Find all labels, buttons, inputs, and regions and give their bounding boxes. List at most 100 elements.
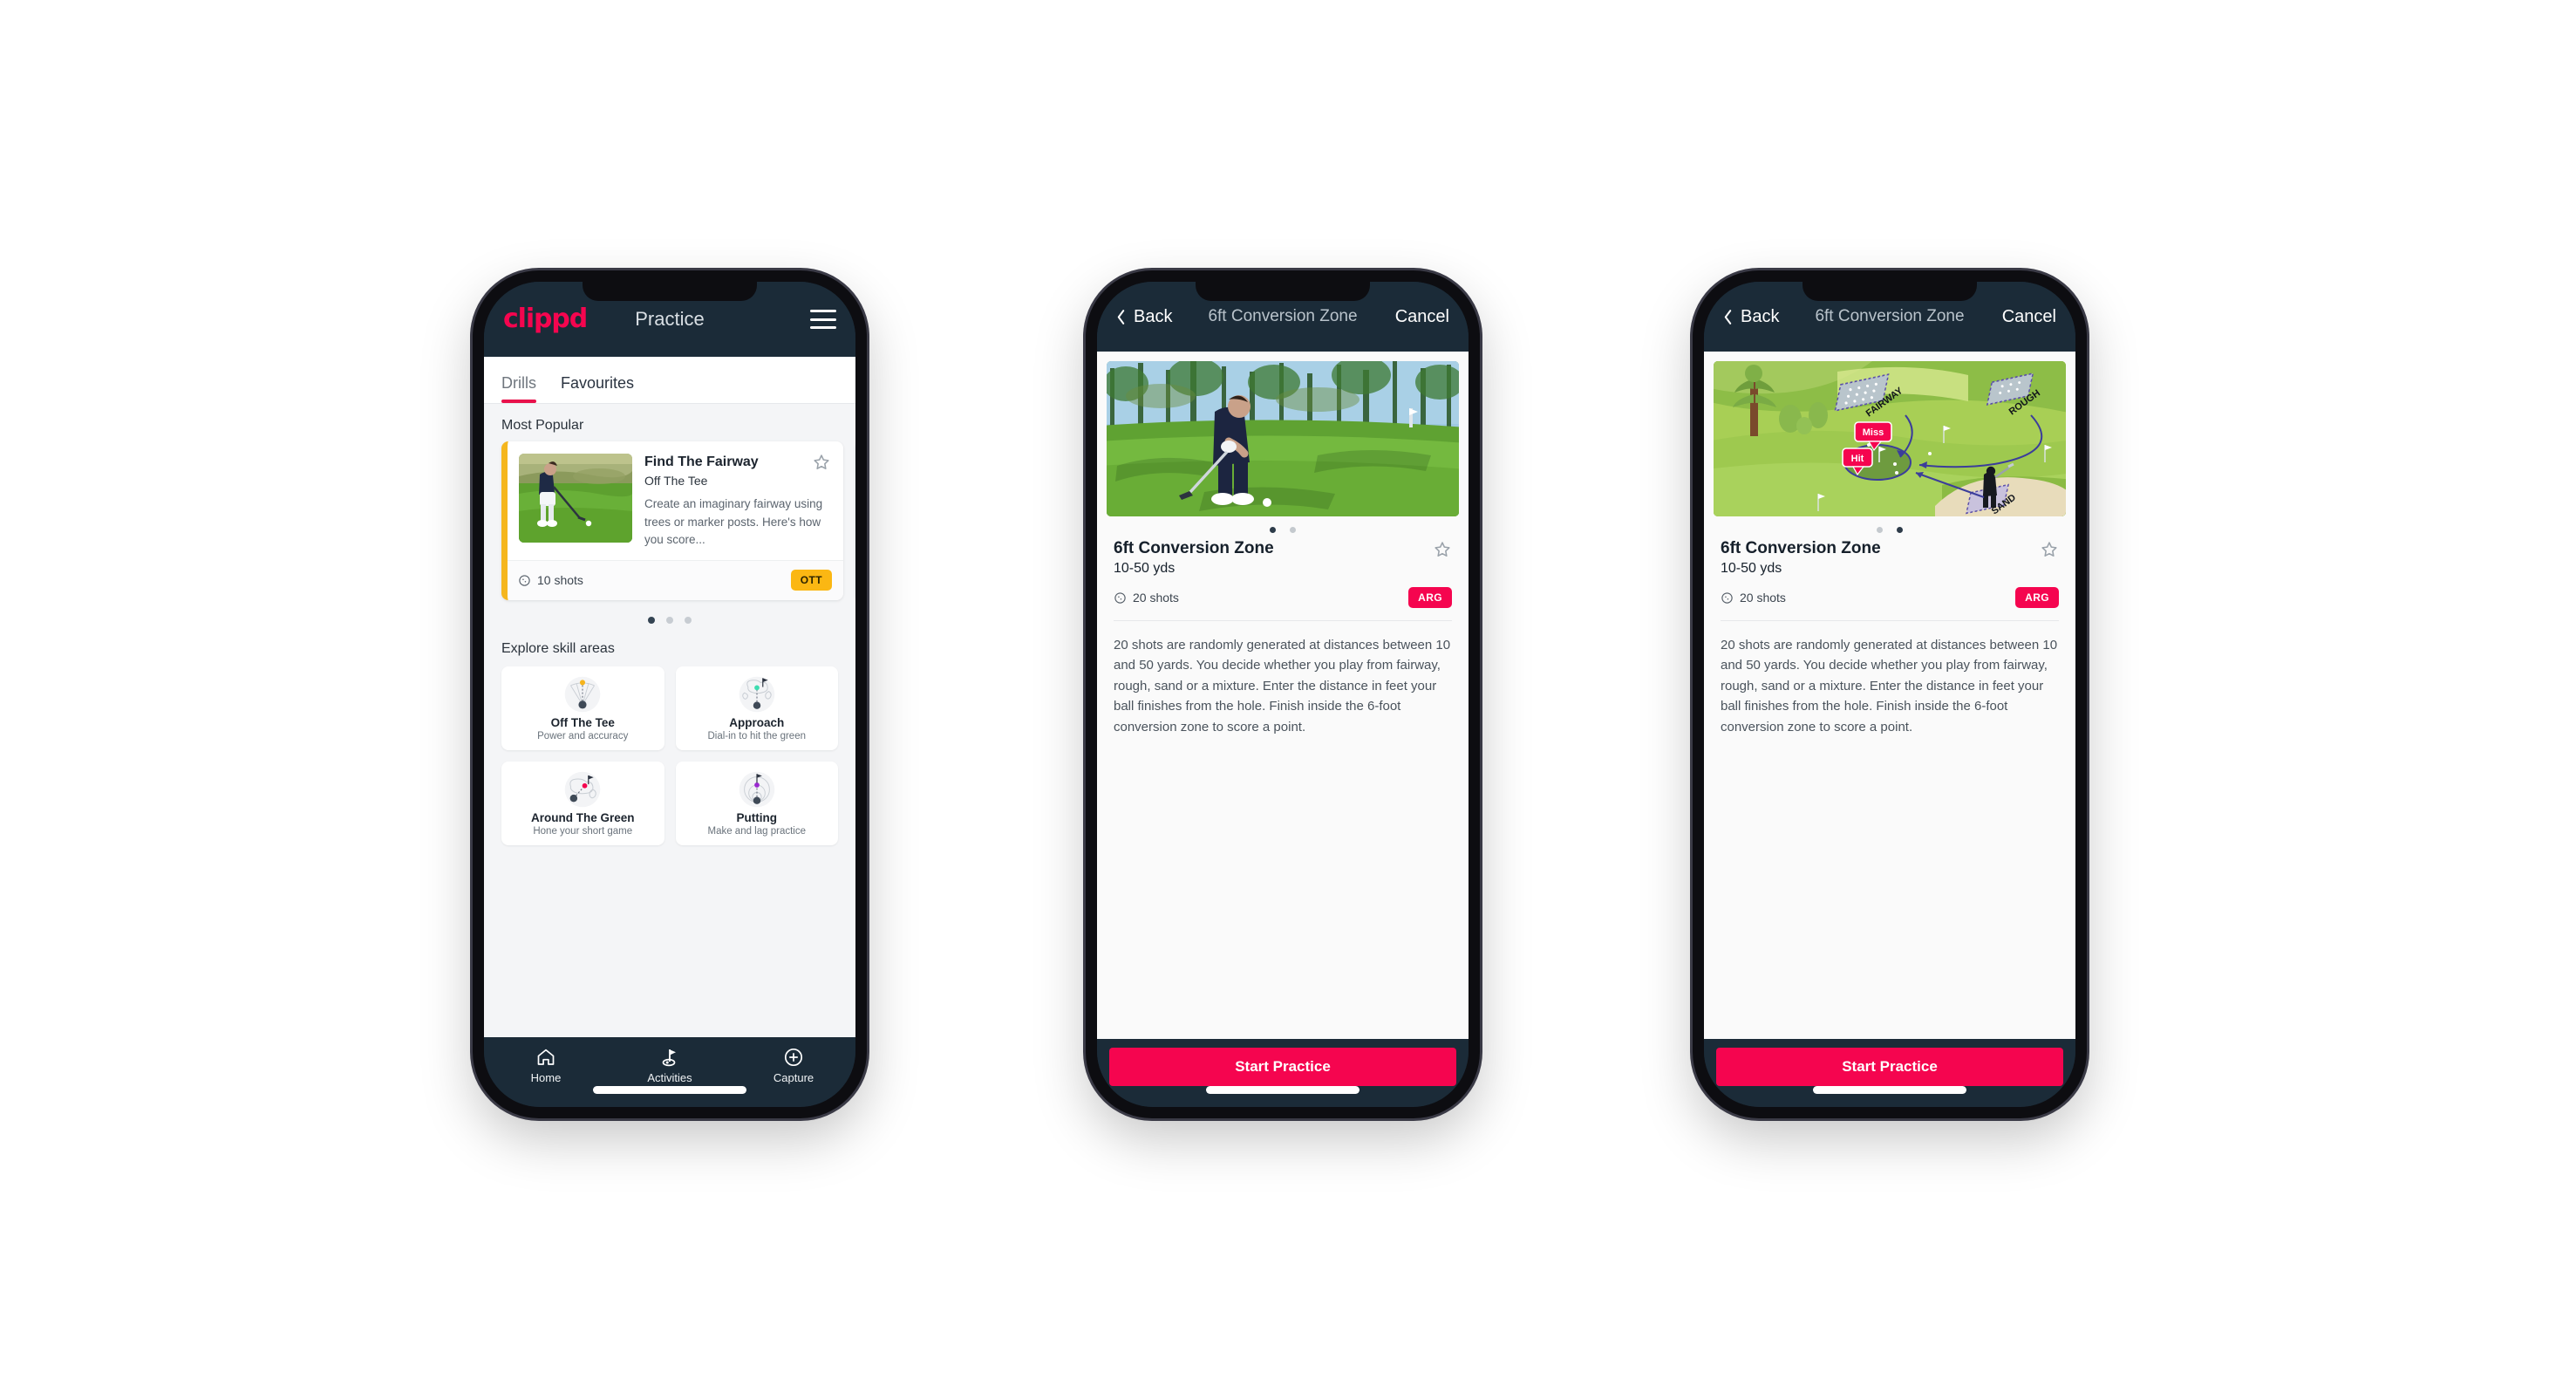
device-notch xyxy=(1803,282,1977,301)
device-notch xyxy=(1196,282,1370,301)
phone-mockup-drill-detail-illustration: Back 6ft Conversion Zone Cancel FAIRWAY … xyxy=(1693,270,2087,1118)
skill-name: Putting xyxy=(736,810,778,824)
drill-thumbnail xyxy=(519,454,632,543)
plus-circle-icon xyxy=(783,1047,804,1068)
back-button[interactable]: Back xyxy=(1723,307,1779,327)
media-dot-2[interactable] xyxy=(1897,527,1903,533)
section-most-popular-title: Most Popular xyxy=(501,418,584,433)
drill-carousel[interactable]: Find The Fairway Off The Tee Create an i… xyxy=(484,441,855,600)
skill-card-approach[interactable]: Approach Dial-in to hit the green xyxy=(675,666,838,750)
svg-text:Hit: Hit xyxy=(1851,454,1864,464)
nav-label: Activities xyxy=(647,1071,692,1084)
cancel-button[interactable]: Cancel xyxy=(1395,307,1449,327)
media-dot-2[interactable] xyxy=(1290,527,1296,533)
drill-detail-title: 6ft Conversion Zone xyxy=(1114,539,1274,557)
skill-areas-grid: Off The Tee Power and accuracy Approach … xyxy=(484,665,855,845)
golf-hole-diagram[interactable]: FAIRWAY ROUGH SAND Miss Hit xyxy=(1714,361,2066,516)
drill-title: Find The Fairway xyxy=(644,454,759,469)
media-pagination[interactable] xyxy=(1704,516,2075,539)
putting-icon xyxy=(734,770,780,809)
back-label: Back xyxy=(1134,306,1173,326)
drill-detail-block: 6ft Conversion Zone 10-50 yds 20 shots A… xyxy=(1097,539,1469,737)
drill-category: Off The Tee xyxy=(644,474,708,489)
shots-clock-icon xyxy=(1114,591,1127,605)
nav-label: Capture xyxy=(773,1071,814,1084)
cta-bar: Start Practice xyxy=(1704,1039,2075,1107)
detail-content: 6ft Conversion Zone 10-50 yds 20 shots A… xyxy=(1097,352,1469,1039)
drill-detail-shots: 20 shots xyxy=(1114,591,1179,605)
flag-icon xyxy=(659,1047,680,1068)
skill-name: Off The Tee xyxy=(550,715,615,729)
drill-detail-badge: ARG xyxy=(1408,587,1452,608)
phone-mockup-practice-list: clippd Practice Drills Favourites Most P… xyxy=(473,270,867,1118)
chevron-left-icon xyxy=(1723,309,1733,325)
media-carousel[interactable] xyxy=(1097,352,1469,516)
drill-skill-badge: OTT xyxy=(790,570,832,591)
skill-card-off-the-tee[interactable]: Off The Tee Power and accuracy xyxy=(501,666,664,750)
chevron-left-icon xyxy=(1116,309,1126,325)
shots-clock-icon xyxy=(518,574,531,587)
media-carousel[interactable]: FAIRWAY ROUGH SAND Miss Hit xyxy=(1704,352,2075,516)
drill-detail-shots: 20 shots xyxy=(1721,591,1786,605)
drill-card-find-the-fairway[interactable]: Find The Fairway Off The Tee Create an i… xyxy=(501,441,843,600)
skill-name: Around The Green xyxy=(530,810,635,824)
skill-card-putting[interactable]: Putting Make and lag practice xyxy=(675,761,838,845)
back-label: Back xyxy=(1741,306,1780,326)
drill-video-thumbnail[interactable] xyxy=(1107,361,1459,516)
skill-subtitle: Power and accuracy xyxy=(537,730,629,741)
device-notch xyxy=(583,282,757,301)
star-outline-icon[interactable] xyxy=(812,453,831,472)
bottom-navigation: Home Activities Capture xyxy=(484,1037,855,1107)
tab-favourites[interactable]: Favourites xyxy=(561,374,646,403)
drill-description: Create an imaginary fairway using trees … xyxy=(644,497,823,547)
svg-text:Miss: Miss xyxy=(1863,427,1884,438)
tab-bar: Drills Favourites xyxy=(484,357,855,404)
hamburger-icon[interactable] xyxy=(810,310,836,329)
home-indicator xyxy=(1813,1086,1966,1094)
home-indicator xyxy=(1206,1086,1360,1094)
carousel-pagination[interactable] xyxy=(484,600,855,627)
skill-subtitle: Dial-in to hit the green xyxy=(707,730,806,741)
back-button[interactable]: Back xyxy=(1116,307,1172,327)
screenshot-canvas: clippd Practice Drills Favourites Most P… xyxy=(0,0,2576,1387)
skill-card-around-the-green[interactable]: Around The Green Hone your short game xyxy=(501,761,664,845)
clippd-logo: clippd xyxy=(503,304,588,334)
media-pagination[interactable] xyxy=(1097,516,1469,539)
skill-subtitle: Hone your short game xyxy=(533,825,633,837)
home-icon xyxy=(535,1047,556,1068)
start-practice-button[interactable]: Start Practice xyxy=(1716,1048,2063,1086)
cta-bar: Start Practice xyxy=(1097,1039,1469,1107)
home-indicator xyxy=(593,1086,746,1094)
drill-detail-yards: 10-50 yds xyxy=(1721,561,1782,576)
cancel-button[interactable]: Cancel xyxy=(2002,307,2056,327)
start-practice-button[interactable]: Start Practice xyxy=(1109,1048,1456,1086)
star-outline-icon[interactable] xyxy=(2040,540,2059,559)
skill-subtitle: Make and lag practice xyxy=(707,825,806,837)
drill-detail-yards: 10-50 yds xyxy=(1114,561,1176,576)
off-the-tee-icon xyxy=(560,675,605,714)
media-dot-1[interactable] xyxy=(1270,527,1276,533)
nav-item-capture[interactable]: Capture xyxy=(732,1047,855,1084)
nav-item-activities[interactable]: Activities xyxy=(608,1047,732,1084)
approach-icon xyxy=(734,675,780,714)
drill-shots-label: 10 shots xyxy=(537,573,583,588)
drill-detail-block: 6ft Conversion Zone 10-50 yds 20 shots A… xyxy=(1704,539,2075,737)
drill-detail-title: 6ft Conversion Zone xyxy=(1721,539,1881,557)
drill-detail-description: 20 shots are randomly generated at dista… xyxy=(1721,638,2058,734)
tab-drills[interactable]: Drills xyxy=(501,374,549,403)
carousel-dot-2[interactable] xyxy=(666,616,673,624)
section-explore-title: Explore skill areas xyxy=(501,640,615,656)
nav-item-home[interactable]: Home xyxy=(484,1047,608,1084)
practice-content: Drills Favourites Most Popular Find The … xyxy=(484,357,855,1037)
phone-mockup-drill-detail-photo: Back 6ft Conversion Zone Cancel 6ft Conv… xyxy=(1086,270,1480,1118)
media-dot-1[interactable] xyxy=(1877,527,1883,533)
drill-detail-badge: ARG xyxy=(2015,587,2059,608)
star-outline-icon[interactable] xyxy=(1433,540,1452,559)
carousel-dot-1[interactable] xyxy=(648,616,655,624)
drill-shots: 10 shots xyxy=(518,573,583,587)
drill-detail-shots-label: 20 shots xyxy=(1133,591,1179,605)
shots-clock-icon xyxy=(1721,591,1734,605)
drill-detail-shots-label: 20 shots xyxy=(1740,591,1786,605)
detail-content: FAIRWAY ROUGH SAND Miss Hit 6ft Conversi… xyxy=(1704,352,2075,1039)
carousel-dot-3[interactable] xyxy=(685,616,692,624)
